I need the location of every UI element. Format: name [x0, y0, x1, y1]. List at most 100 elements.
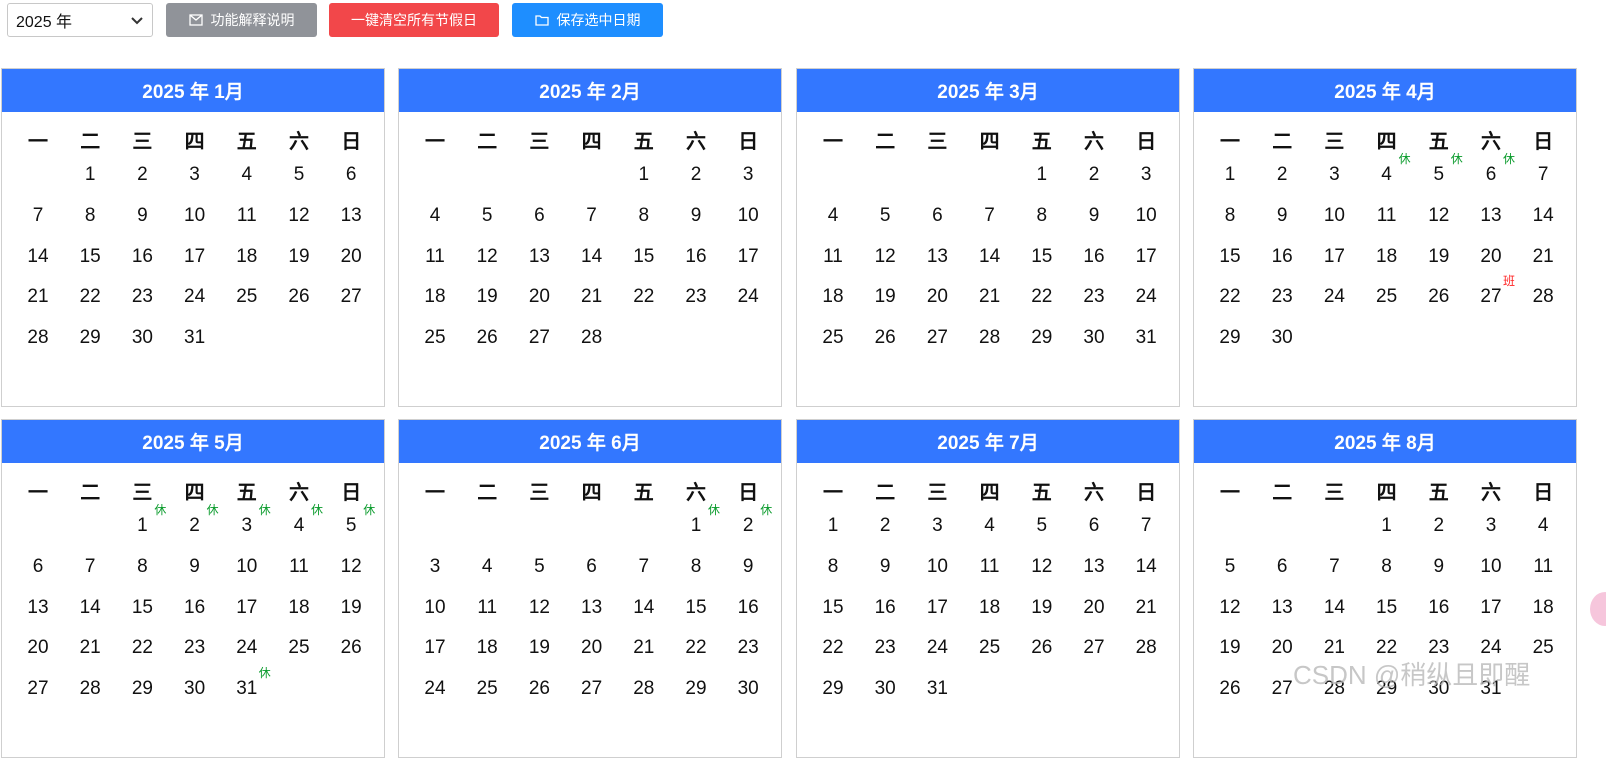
day-cell[interactable]: 5 — [1204, 552, 1256, 582]
day-cell[interactable]: 13 — [325, 201, 377, 231]
day-cell[interactable]: 2 — [1413, 511, 1465, 541]
day-cell[interactable]: 4 — [964, 511, 1016, 541]
day-cell[interactable]: 7 — [1308, 552, 1360, 582]
day-cell[interactable]: 28 — [566, 323, 618, 353]
day-cell[interactable]: 24 — [911, 633, 963, 663]
day-cell[interactable]: 2 — [1068, 160, 1120, 190]
day-cell[interactable]: 31 — [169, 323, 221, 353]
day-cell[interactable]: 20 — [12, 633, 64, 663]
day-cell[interactable]: 26 — [1204, 674, 1256, 704]
day-cell[interactable]: 1 — [807, 511, 859, 541]
day-cell[interactable]: 27 — [1068, 633, 1120, 663]
day-cell[interactable]: 21 — [64, 633, 116, 663]
day-cell[interactable]: 30 — [169, 674, 221, 704]
day-cell[interactable]: 10 — [409, 593, 461, 623]
day-cell[interactable]: 31 — [911, 674, 963, 704]
day-cell[interactable]: 7 — [618, 552, 670, 582]
day-cell[interactable]: 21 — [1120, 593, 1172, 623]
day-cell[interactable]: 13 — [513, 242, 565, 272]
day-cell[interactable]: 17 — [1120, 242, 1172, 272]
day-cell[interactable]: 13 — [1256, 593, 1308, 623]
day-cell[interactable]: 10 — [1120, 201, 1172, 231]
day-cell[interactable]: 7 — [64, 552, 116, 582]
day-cell[interactable]: 8 — [670, 552, 722, 582]
day-cell[interactable]: 8 — [1204, 201, 1256, 231]
day-cell[interactable]: 30 — [1256, 323, 1308, 353]
day-cell[interactable]: 25 — [461, 674, 513, 704]
day-cell[interactable]: 31 — [1120, 323, 1172, 353]
day-cell[interactable]: 17 — [1465, 593, 1517, 623]
day-cell[interactable]: 4 — [221, 160, 273, 190]
day-cell[interactable]: 3 — [911, 511, 963, 541]
day-cell[interactable]: 29 — [807, 674, 859, 704]
day-cell[interactable]: 12 — [859, 242, 911, 272]
day-cell[interactable]: 20 — [1068, 593, 1120, 623]
day-cell[interactable]: 25 — [273, 633, 325, 663]
day-cell[interactable]: 27 班 — [1465, 274, 1517, 312]
day-cell[interactable]: 8 — [807, 552, 859, 582]
day-cell[interactable]: 28 — [12, 323, 64, 353]
day-cell[interactable]: 24 — [409, 674, 461, 704]
day-cell[interactable]: 9 — [722, 552, 774, 582]
day-cell[interactable]: 25 — [807, 323, 859, 353]
day-cell[interactable]: 9 — [169, 552, 221, 582]
day-cell[interactable]: 11 — [409, 242, 461, 272]
day-cell[interactable]: 17 — [221, 593, 273, 623]
day-cell[interactable]: 11 — [461, 593, 513, 623]
day-cell[interactable]: 30 — [116, 323, 168, 353]
day-cell[interactable]: 10 — [1308, 201, 1360, 231]
day-cell[interactable]: 1休 — [116, 503, 168, 541]
day-cell[interactable]: 14 — [566, 242, 618, 272]
day-cell[interactable]: 13 — [1068, 552, 1120, 582]
day-cell[interactable]: 17 — [409, 633, 461, 663]
year-select[interactable]: 2025 年 — [7, 3, 153, 37]
day-cell[interactable]: 7 — [964, 201, 1016, 231]
day-cell[interactable]: 2 — [116, 160, 168, 190]
day-cell[interactable]: 3 — [169, 160, 221, 190]
day-cell[interactable]: 17 — [169, 242, 221, 272]
day-cell[interactable]: 6 — [566, 552, 618, 582]
day-cell[interactable]: 16 — [1256, 242, 1308, 272]
day-cell[interactable]: 22 — [64, 282, 116, 312]
day-cell[interactable]: 20 — [325, 242, 377, 272]
day-cell[interactable]: 21 — [1517, 242, 1569, 272]
day-cell[interactable]: 5 — [273, 160, 325, 190]
day-cell[interactable]: 25 — [221, 282, 273, 312]
day-cell[interactable]: 15 — [1361, 593, 1413, 623]
day-cell[interactable]: 15 — [670, 593, 722, 623]
day-cell[interactable]: 7 — [12, 201, 64, 231]
day-cell[interactable]: 30 — [1068, 323, 1120, 353]
floating-side-button[interactable] — [1590, 592, 1606, 626]
day-cell[interactable]: 2 — [1256, 160, 1308, 190]
day-cell[interactable]: 1 — [64, 160, 116, 190]
day-cell[interactable]: 16 — [722, 593, 774, 623]
day-cell[interactable]: 23 — [670, 282, 722, 312]
day-cell[interactable]: 17 — [722, 242, 774, 272]
day-cell[interactable]: 17 — [1308, 242, 1360, 272]
day-cell[interactable]: 15 — [807, 593, 859, 623]
day-cell[interactable]: 19 — [325, 593, 377, 623]
day-cell[interactable]: 14 — [1308, 593, 1360, 623]
day-cell[interactable]: 15 — [1016, 242, 1068, 272]
day-cell[interactable]: 27 — [12, 674, 64, 704]
day-cell[interactable]: 26 — [513, 674, 565, 704]
day-cell[interactable]: 27 — [566, 674, 618, 704]
day-cell[interactable]: 11 — [273, 552, 325, 582]
help-button[interactable]: 功能解释说明 — [166, 3, 317, 37]
day-cell[interactable]: 19 — [461, 282, 513, 312]
day-cell[interactable]: 27 — [513, 323, 565, 353]
day-cell[interactable]: 9 — [116, 201, 168, 231]
day-cell[interactable]: 2休 — [169, 503, 221, 541]
day-cell[interactable]: 21 — [964, 282, 1016, 312]
day-cell[interactable]: 25 — [1361, 282, 1413, 312]
save-dates-button[interactable]: 保存选中日期 — [512, 3, 663, 37]
day-cell[interactable]: 9 — [1256, 201, 1308, 231]
day-cell[interactable]: 16 — [670, 242, 722, 272]
day-cell[interactable]: 16 — [116, 242, 168, 272]
day-cell[interactable]: 14 — [1120, 552, 1172, 582]
day-cell[interactable]: 14 — [618, 593, 670, 623]
day-cell[interactable]: 6 — [911, 201, 963, 231]
day-cell[interactable]: 18 — [273, 593, 325, 623]
day-cell[interactable]: 29 — [1204, 323, 1256, 353]
day-cell[interactable]: 23 — [169, 633, 221, 663]
